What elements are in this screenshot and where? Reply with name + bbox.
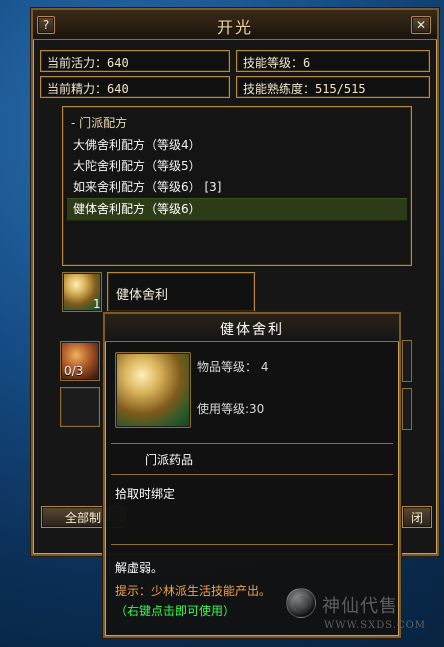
side-tab-1	[402, 340, 412, 382]
stat-skill-level: 技能等级：6	[236, 50, 430, 72]
watermark-site-url: WWW.SXDS.COM	[324, 620, 427, 631]
tooltip-divider-1	[111, 443, 393, 444]
tooltip-hint: 提示：少林派生活技能产出。	[115, 584, 272, 598]
tooltip-desc: 解虚弱。	[115, 561, 164, 575]
side-tab-2	[402, 388, 412, 430]
product-name: 健体舍利	[116, 288, 169, 303]
close-button[interactable]: ✕	[411, 16, 431, 34]
watermark-logo	[286, 588, 316, 618]
close-window-button[interactable]: 闭	[402, 506, 432, 528]
window-title: 开光	[216, 18, 253, 37]
tooltip-header: 健体舍利	[105, 314, 399, 342]
recipe-item-selected[interactable]: 健体舍利配方（等级6）	[67, 198, 407, 221]
tooltip-bind: 拾取时绑定	[115, 487, 176, 501]
material-count: 0/3	[64, 364, 84, 378]
stat-proficiency: 技能熟练度：515/515	[236, 76, 430, 98]
recipe-list-panel: - 门派配方 大佛舍利配方（等级4） 大陀舍利配方（等级5） 如来舍利配方（等级…	[62, 106, 412, 266]
tooltip-action: （右键点击即可使用）	[115, 604, 236, 618]
recipe-item[interactable]: 如来舍利配方（等级6） [3]	[73, 177, 399, 198]
tooltip-title: 健体舍利	[220, 322, 284, 338]
stat-vitality: 当前活力：640	[40, 50, 230, 72]
watermark-face-icon	[294, 596, 310, 612]
tooltip-item-icon	[115, 352, 191, 428]
product-name-box: 健体舍利	[107, 272, 255, 312]
close-icon: ✕	[415, 18, 427, 32]
tooltip-divider-2	[111, 474, 393, 475]
recipe-item[interactable]: 大佛舍利配方（等级4）	[73, 135, 399, 156]
tooltip-item-level: 物品等级： 4	[197, 360, 269, 374]
item-tooltip: 健体舍利 物品等级： 4 使用等级:30 门派药品 拾取时绑定 解虚弱。 提示：…	[103, 312, 401, 638]
product-count: 1	[93, 297, 101, 311]
tooltip-divider-3	[111, 544, 393, 545]
stat-energy: 当前精力：640	[40, 76, 230, 98]
tooltip-category: 门派药品	[145, 453, 194, 467]
watermark-site-name: 神仙代售	[322, 596, 398, 617]
recipe-category[interactable]: - 门派配方	[71, 113, 127, 134]
recipe-item[interactable]: 大陀舍利配方（等级5）	[73, 156, 399, 177]
tooltip-use-level: 使用等级:30	[197, 402, 265, 416]
title-bar: ? 开光 ✕	[33, 10, 437, 40]
material-slot-empty[interactable]	[60, 387, 100, 427]
